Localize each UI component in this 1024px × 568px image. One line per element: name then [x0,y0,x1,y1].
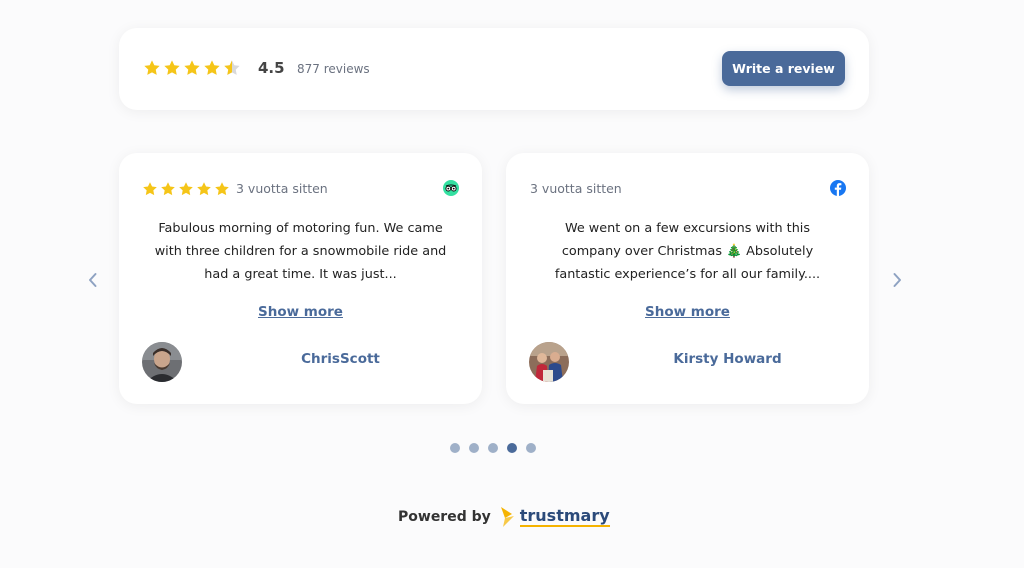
trustmary-logo-text: trustmary [519,506,610,527]
powered-by-footer[interactable]: Powered by trustmary [398,505,610,529]
half-star-icon [224,60,240,75]
write-review-button[interactable]: Write a review [722,51,845,86]
pagination-dot[interactable] [469,443,479,453]
star-icon [179,182,193,196]
star-icon [184,60,200,75]
show-more-link[interactable]: Show more [119,304,482,320]
avatar [142,342,182,382]
review-time: 3 vuotta sitten [236,181,328,196]
avatar [529,342,569,382]
show-more-link[interactable]: Show more [506,304,869,320]
pagination-dot[interactable] [488,443,498,453]
tripadvisor-icon[interactable] [443,180,459,196]
average-rating: 4.5 [258,59,285,77]
carousel-prev-button[interactable] [83,270,103,290]
review-count: 877 reviews [297,62,370,76]
pagination-dot-active[interactable] [507,443,517,453]
powered-by-label: Powered by [398,509,491,525]
carousel-next-button[interactable] [887,270,907,290]
review-author: ChrisScott [301,351,380,367]
star-icon [197,182,211,196]
star-icon [161,182,175,196]
star-icon [143,182,157,196]
rating-summary-card: 4.5 877 reviews Write a review [119,28,869,110]
overall-rating-stars [143,59,241,77]
facebook-icon[interactable] [830,180,846,196]
review-card: 3 vuotta sitten We went on a few excursi… [506,153,869,404]
pagination-dot[interactable] [526,443,536,453]
carousel-pagination [450,443,536,453]
star-icon [215,182,229,196]
review-text: Fabulous morning of motoring fun. We cam… [154,221,447,282]
review-rating-stars [142,181,230,197]
review-author: Kirsty Howard [673,351,782,367]
chevron-right-icon [893,273,901,287]
review-text: We went on a few excursions with this co… [554,221,821,282]
review-time: 3 vuotta sitten [530,181,622,196]
trustmary-logo-icon [500,507,514,527]
review-card: 3 vuotta sitten Fabulous morning of moto… [119,153,482,404]
pagination-dot[interactable] [450,443,460,453]
star-icon [164,60,180,75]
star-icon [204,60,220,75]
chevron-left-icon [89,273,97,287]
star-icon [144,60,160,75]
